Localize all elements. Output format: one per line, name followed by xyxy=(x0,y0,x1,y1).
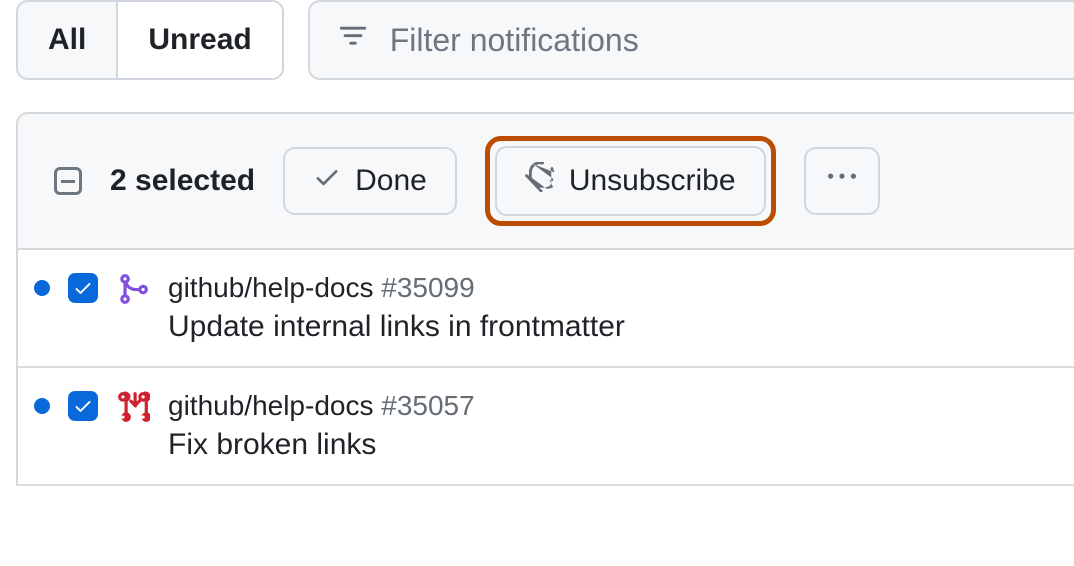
tab-unread[interactable]: Unread xyxy=(116,2,281,78)
top-row: All Unread Filter notifications xyxy=(0,0,1074,80)
bell-slash-icon xyxy=(525,162,555,200)
checkmark-icon xyxy=(73,396,93,416)
filter-placeholder: Filter notifications xyxy=(390,22,639,59)
done-label: Done xyxy=(355,164,427,198)
git-merge-icon xyxy=(116,272,150,306)
notification-row[interactable]: github/help-docs #35099 Update internal … xyxy=(18,250,1074,368)
unsubscribe-label: Unsubscribe xyxy=(569,164,736,198)
filter-icon xyxy=(338,23,368,58)
notification-row[interactable]: github/help-docs #35057 Fix broken links xyxy=(18,368,1074,486)
repo-name: github/help-docs xyxy=(168,390,373,421)
done-button[interactable]: Done xyxy=(283,147,457,215)
unsubscribe-button[interactable]: Unsubscribe xyxy=(495,146,766,216)
indeterminate-dash-icon xyxy=(61,180,75,183)
checkmark-icon xyxy=(73,278,93,298)
filter-input[interactable]: Filter notifications xyxy=(308,0,1074,80)
kebab-icon xyxy=(828,163,856,199)
unsubscribe-highlight: Unsubscribe xyxy=(485,136,776,226)
notification-title: Update internal links in frontmatter xyxy=(168,310,625,344)
repo-ref: github/help-docs #35099 xyxy=(168,272,625,304)
bulk-action-bar: 2 selected Done Unsubscribe xyxy=(18,114,1074,250)
inbox-tabs: All Unread xyxy=(16,0,284,80)
row-text: github/help-docs #35099 Update internal … xyxy=(168,272,625,344)
repo-ref: github/help-docs #35057 xyxy=(168,390,475,422)
selected-count: 2 selected xyxy=(110,164,255,198)
row-checkbox[interactable] xyxy=(68,391,98,421)
more-actions-button[interactable] xyxy=(804,147,880,215)
issue-number: #35057 xyxy=(381,390,474,421)
row-text: github/help-docs #35057 Fix broken links xyxy=(168,390,475,462)
unread-dot-icon xyxy=(34,398,50,414)
notification-title: Fix broken links xyxy=(168,428,475,462)
check-icon xyxy=(313,163,341,199)
row-checkbox[interactable] xyxy=(68,273,98,303)
unread-dot-icon xyxy=(34,280,50,296)
select-all-checkbox[interactable] xyxy=(54,167,82,195)
issue-number: #35099 xyxy=(381,272,474,303)
notifications-panel: 2 selected Done Unsubscribe xyxy=(16,112,1074,486)
tab-all[interactable]: All xyxy=(18,2,116,78)
repo-name: github/help-docs xyxy=(168,272,373,303)
pull-request-icon xyxy=(116,390,150,424)
